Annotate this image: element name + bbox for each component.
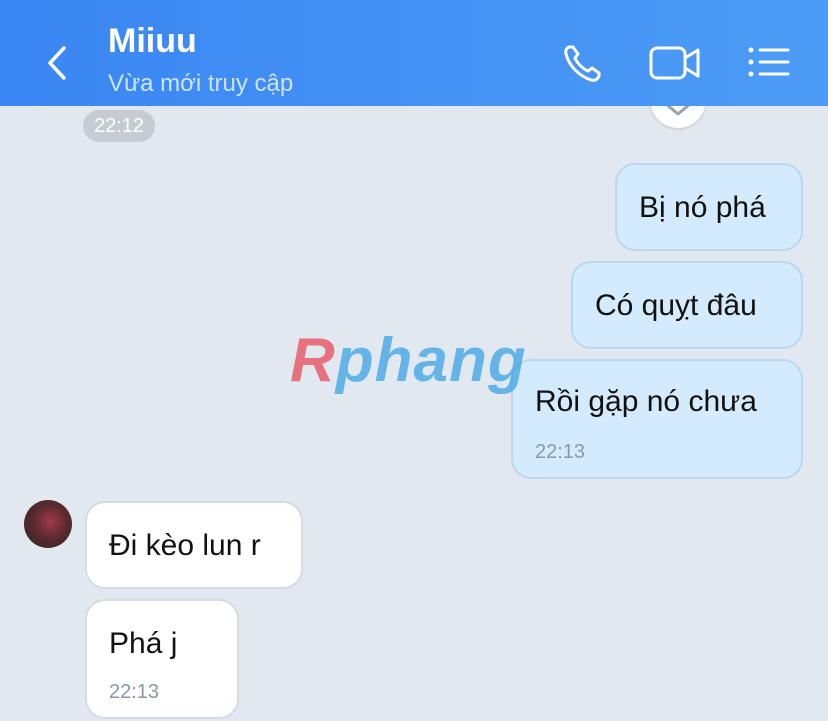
chat-header: Miiuu Vừa mới truy cập [0, 0, 828, 106]
message-text: Đi kèo lun r [109, 529, 261, 562]
menu-list-icon [748, 47, 790, 77]
message-text: Có quỵt đâu [595, 289, 757, 322]
back-arrow-icon [48, 46, 66, 80]
back-button[interactable] [40, 42, 76, 84]
time-divider: 22:12 [83, 110, 155, 142]
options-menu-button[interactable] [744, 38, 794, 88]
message-text: Phá j [109, 627, 178, 660]
video-call-button[interactable] [648, 38, 700, 88]
message-bubble-outgoing[interactable]: Rồi gặp nó chưa 22:13 [511, 359, 803, 479]
message-text: Rồi gặp nó chưa [535, 385, 757, 418]
contact-avatar[interactable] [24, 500, 72, 548]
message-bubble-incoming[interactable]: Phá j 22:13 [85, 599, 239, 719]
message-bubble-incoming[interactable]: Đi kèo lun r [85, 501, 303, 589]
message-time: 22:13 [535, 441, 586, 463]
watermark-logo: Rphang [290, 326, 527, 395]
message-text: Bị nó phá [639, 191, 766, 224]
video-camera-icon [649, 46, 700, 80]
call-button[interactable] [558, 38, 608, 88]
contact-name[interactable]: Miiuu [108, 22, 197, 61]
message-bubble-outgoing[interactable]: Bị nó phá [615, 163, 803, 251]
message-time: 22:13 [109, 681, 160, 703]
contact-status: Vừa mới truy cập [108, 70, 294, 97]
phone-icon [564, 45, 601, 82]
message-bubble-outgoing[interactable]: Có quỵt đâu [571, 261, 803, 349]
